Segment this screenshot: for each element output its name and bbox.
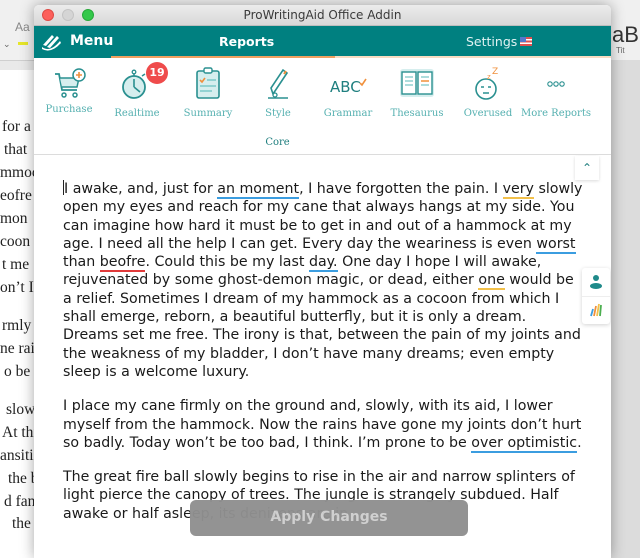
tool-label: Style <box>265 108 291 119</box>
background-text-fragment: ne rai <box>0 340 35 357</box>
tool-label: Summary <box>183 108 233 119</box>
style-preview-label: Tit <box>616 46 625 55</box>
document-text[interactable]: I awake, and, just for an moment, I have… <box>63 180 583 539</box>
style-preview[interactable]: aB <box>612 22 639 48</box>
background-text-fragment: eofre <box>0 187 32 204</box>
chevron-down-icon[interactable]: ⌄ <box>3 40 11 50</box>
stats-bars-icon <box>590 303 602 317</box>
background-text-fragment: for a <box>2 118 31 135</box>
text-run: than <box>63 254 100 271</box>
paragraph[interactable]: I awake, and, just for an moment, I have… <box>63 180 583 381</box>
paragraph[interactable]: I place my cane firmly on the ground and… <box>63 397 583 453</box>
tool-label: Grammar <box>323 108 373 119</box>
stats-button[interactable] <box>582 297 610 324</box>
background-text-fragment: mon <box>0 210 28 227</box>
prowritingaid-logo-icon <box>42 35 61 51</box>
tool-more-reports[interactable]: More Reports <box>516 66 596 119</box>
chevron-up-icon: ⌃ <box>581 161 593 175</box>
background-text-fragment: mmoc <box>0 164 39 181</box>
report-toolbar: Purchase 19 Realtime Summary Style ABC G… <box>34 58 611 155</box>
menu-button[interactable]: Menu <box>70 33 113 49</box>
user-icon <box>590 275 602 289</box>
us-flag-icon <box>520 37 533 46</box>
issue-highlight-blue[interactable]: an moment <box>217 181 300 199</box>
background-text-fragment: that <box>4 141 28 158</box>
navbar: Menu Reports Settings <box>34 26 611 59</box>
core-section-label: Core <box>265 137 290 148</box>
text-run: , I have forgotten the pain. I <box>299 181 503 197</box>
background-text-fragment: d fan <box>4 493 36 510</box>
text-run: . Could this be my last <box>145 254 309 271</box>
background-text-fragment: o be <box>4 363 31 380</box>
background-text-fragment: ansiti <box>0 447 34 464</box>
tool-realtime[interactable]: 19 Realtime <box>97 62 177 119</box>
apply-changes-button[interactable]: Apply Changes <box>190 500 468 536</box>
issue-highlight-blue[interactable]: day. <box>308 254 338 273</box>
issue-highlight-red[interactable]: beofre <box>99 254 146 273</box>
window-title: ProWritingAid Office Addin <box>243 8 402 22</box>
abc-check-icon: ABC <box>330 78 367 96</box>
svg-text:ABC: ABC <box>330 78 361 96</box>
issue-highlight-yellow[interactable]: one <box>478 272 505 291</box>
window-titlebar: ProWritingAid Office Addin <box>34 5 611 26</box>
highlight-pen-icon[interactable] <box>18 42 28 45</box>
editor-area: ⌃ I awake, and, just for an moment, I ha… <box>34 155 611 558</box>
tab-settings-label: Settings <box>466 34 518 49</box>
svg-text:z: z <box>487 73 491 81</box>
issue-highlight-blue[interactable]: over optimistic <box>471 434 578 453</box>
more-dots-icon <box>547 81 565 87</box>
realtime-badge: 19 <box>146 62 168 84</box>
background-text-fragment: slow <box>6 401 36 418</box>
collapse-toolbar-button[interactable]: ⌃ <box>575 156 599 180</box>
tool-label: More Reports <box>521 108 591 119</box>
tool-thesaurus[interactable]: Thesaurus <box>377 66 457 119</box>
issue-highlight-blue[interactable]: worst <box>536 235 576 254</box>
background-text-fragment: rmly <box>2 317 32 334</box>
pencil-icon <box>268 68 289 99</box>
tool-grammar[interactable]: ABC Grammar <box>308 66 388 119</box>
issue-highlight-yellow[interactable]: very <box>502 181 534 199</box>
background-text-fragment: coon <box>0 233 31 250</box>
prowritingaid-window: ProWritingAid Office Addin Menu Reports … <box>34 5 611 558</box>
font-size-button[interactable]: Aa <box>15 20 30 34</box>
user-profile-button[interactable] <box>582 268 610 297</box>
cart-plus-icon <box>55 68 86 98</box>
tab-reports[interactable]: Reports <box>219 34 274 49</box>
clipboard-check-icon <box>196 67 220 99</box>
tool-style[interactable]: Style <box>238 66 318 119</box>
tool-summary[interactable]: Summary <box>168 66 248 119</box>
tool-label: Realtime <box>114 108 160 119</box>
background-text-fragment: on’t I <box>0 279 34 296</box>
open-book-icon <box>400 69 434 97</box>
text-run: . <box>577 434 582 451</box>
text-run: I awake, and, just for <box>64 181 218 197</box>
tab-settings[interactable]: Settings <box>466 34 533 49</box>
tool-label: Thesaurus <box>390 108 444 119</box>
svg-text:Z: Z <box>492 67 498 77</box>
sleepy-face-icon: z Z <box>475 67 498 100</box>
side-widget <box>582 268 610 324</box>
background-text-fragment: t me <box>2 256 30 273</box>
